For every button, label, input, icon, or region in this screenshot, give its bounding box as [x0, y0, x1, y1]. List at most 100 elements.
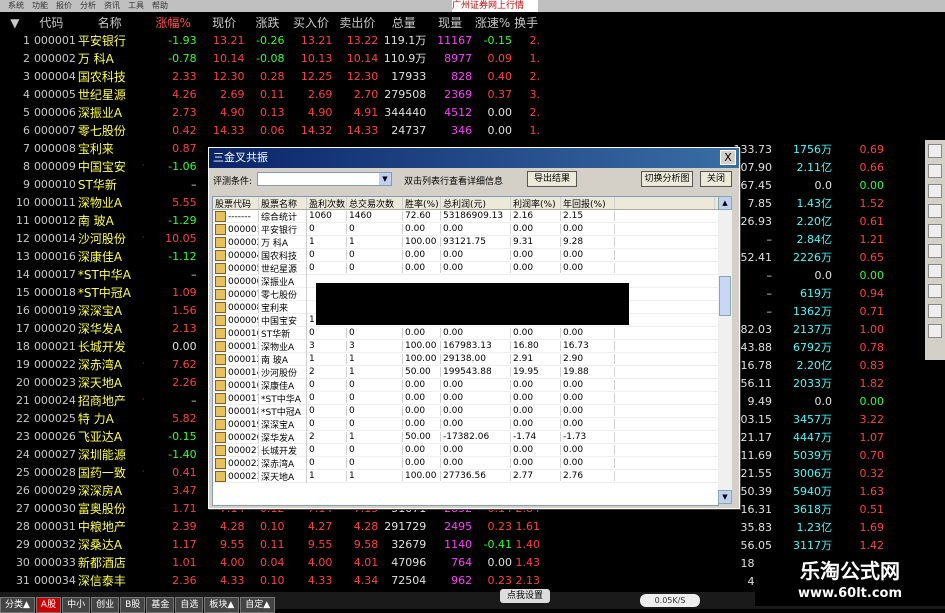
tool-icon[interactable] — [928, 304, 942, 318]
grid-row[interactable]: 000014 沙河股份 2 1 50.00 199543.88 19.95 19.88 — [213, 365, 718, 379]
quote-row[interactable]: 29 000032 深桑达A 1.17 9.55 0.11 9.55 9.58 32679 114… — [0, 535, 540, 553]
grid-column-header[interactable]: 利润率(%) — [511, 197, 561, 209]
quote-cell: 1.56 — [172, 303, 197, 317]
grid-row[interactable]: 000018 *ST中冠A 0 0 0.00 0.00 0.00 0.00 — [213, 404, 718, 418]
column-header[interactable]: 现量 — [427, 14, 472, 31]
quote-cell: 12.30 — [213, 69, 245, 83]
grid-cell: 0.00 — [403, 393, 441, 403]
close-button[interactable]: 关闭 — [700, 171, 732, 187]
quote-row[interactable]: 31 000034 深信泰丰 2.36 4.33 0.10 4.33 4.34 72504 962… — [0, 571, 540, 589]
grid-row[interactable]: 000017 *ST中华A 0 0 0.00 0.00 0.00 0.00 — [213, 391, 718, 405]
grid-column-header[interactable]: 股票名称 — [259, 197, 307, 209]
column-header[interactable]: 名称 — [73, 14, 146, 31]
quote-row[interactable]: 3 000004 国农科技 2.33 12.30 0.28 12.25 12.30 17933 8… — [0, 67, 540, 85]
quote-cell: 47096 — [391, 555, 427, 569]
row-index: 29 — [15, 537, 30, 551]
condition-select[interactable]: ▼ — [257, 172, 392, 186]
grid-cell: 2.91 — [511, 354, 561, 364]
column-header[interactable]: 换手 — [512, 14, 540, 31]
tool-icon[interactable] — [928, 264, 942, 278]
stock-code: 000007 — [33, 123, 76, 137]
grid-row[interactable]: 000002 万 科A 1 1 100.00 93121.75 9.31 9.28 — [213, 235, 718, 249]
speed-indicator: 0.05K/S — [640, 594, 700, 607]
bottom-tab[interactable]: A股 — [35, 597, 62, 613]
quote-row[interactable]: 6 000007 零七股份 0.42 14.33 0.06 14.32 14.33 24737 3… — [0, 121, 540, 139]
column-header[interactable]: 买入价 — [287, 14, 334, 31]
grid-row[interactable]: 000022 深赤湾A 0 0 0.00 0.00 0.00 0.00 — [213, 456, 718, 470]
column-header[interactable]: 涨速% — [473, 14, 512, 31]
export-button[interactable]: 导出结果 — [527, 171, 577, 187]
scroll-down-icon[interactable]: ▼ — [718, 490, 732, 504]
grid-column-header[interactable]: 总利润(元) — [441, 197, 511, 209]
column-header[interactable]: 总量 — [380, 14, 427, 31]
menu-item[interactable]: 帮助 — [152, 0, 168, 12]
bottom-tab[interactable]: 中小 — [62, 597, 91, 613]
column-header[interactable]: 涨跌 — [248, 14, 287, 31]
column-header[interactable]: 卖出价 — [335, 14, 380, 31]
quote-row[interactable]: 5 000006 深振业A 2.73 4.90 0.13 4.90 4.91 344440 451… — [0, 103, 540, 121]
grid-column-header[interactable]: 年回报(%) — [561, 197, 615, 209]
bottom-tab[interactable]: 自定▲ — [240, 597, 276, 613]
grid-row[interactable]: 000004 国农科技 0 0 0.00 0.00 0.00 0.00 — [213, 248, 718, 262]
tool-icon[interactable] — [928, 284, 942, 298]
switch-chart-button[interactable]: 切换分析图 — [641, 171, 693, 187]
tool-icon[interactable] — [928, 324, 942, 338]
chevron-down-icon[interactable]: ▼ — [379, 173, 391, 185]
bottom-tab[interactable]: 创业 — [91, 597, 120, 613]
settings-button[interactable]: 点我设置 — [500, 589, 550, 603]
grid-row[interactable]: 000001 平安银行 0 0 0.00 0.00 0.00 0.00 — [213, 222, 718, 236]
column-header[interactable]: 涨幅% — [146, 14, 200, 31]
grid-row[interactable]: 000016 深康佳A 0 0 0.00 0.00 0.00 0.00 — [213, 378, 718, 392]
grid-row[interactable]: 000011 深物业A 3 3 100.00 167983.13 16.80 16.73 — [213, 339, 718, 353]
grid-cell: ------- — [213, 210, 259, 222]
menu-item[interactable]: 报价 — [56, 0, 72, 12]
menu-item[interactable]: 系统 — [8, 0, 24, 12]
grid-row[interactable]: 000012 南 玻A 1 1 100.00 29138.00 2.91 2.90 — [213, 352, 718, 366]
grid-column-header[interactable]: 总交易次数 — [347, 197, 403, 209]
quote-cell: 0.09 — [487, 51, 513, 65]
menu-item[interactable]: 功能 — [32, 0, 48, 12]
dialog-titlebar[interactable]: 三金叉共振 X — [209, 148, 739, 168]
grid-row[interactable]: 000023 深天地A 1 1 100.00 27736.56 2.77 2.76 — [213, 469, 718, 483]
grid-cell: 000011 — [213, 340, 259, 352]
menu-item[interactable]: 分析 — [80, 0, 96, 12]
bottom-tab[interactable]: 分类▲ — [0, 597, 35, 613]
grid-column-header[interactable]: 盈利次数 — [307, 197, 347, 209]
tool-icon[interactable] — [928, 224, 942, 238]
grid-cell: 0.00 — [441, 224, 511, 234]
grid-row[interactable]: 000010 ST华新 0 0 0.00 0.00 0.00 0.00 — [213, 326, 718, 340]
bottom-tab[interactable]: 自选 — [175, 597, 204, 613]
tool-icon[interactable] — [928, 164, 942, 178]
grid-row[interactable]: ------- 综合统计 1060 1460 72.60 53186909.13 2.16 2… — [213, 209, 718, 223]
quote-row[interactable]: 28 000031 中粮地产 2.39 4.28 0.10 4.27 4.28 291729 24… — [0, 517, 540, 535]
tool-icon[interactable] — [928, 184, 942, 198]
result-grid[interactable]: 股票代码 股票名称 盈利次数 总交易次数 胜率(%) 总利润(元) 利润率(%) 年回报(%)… — [212, 196, 719, 506]
grid-column-header[interactable]: 胜率(%) — [403, 197, 441, 209]
bottom-tab[interactable]: B股 — [120, 597, 146, 613]
column-header[interactable]: 现价 — [200, 14, 247, 31]
grid-cell: 1060 — [307, 211, 347, 221]
grid-row[interactable]: 000021 长城开发 0 0 0.00 0.00 0.00 0.00 — [213, 443, 718, 457]
grid-row[interactable]: 000019 深深宝A 0 0 0.00 0.00 0.00 0.00 — [213, 417, 718, 431]
grid-row[interactable]: 000005 世纪星源 0 0 0.00 0.00 0.00 0.00 — [213, 261, 718, 275]
quote-row[interactable]: 4 000005 世纪星源 4.26 2.69 0.11 2.69 2.70 279508 236… — [0, 85, 540, 103]
quote-cell: -0.78 — [168, 51, 197, 65]
tool-icon[interactable] — [928, 144, 942, 158]
bottom-tab[interactable]: 基金 — [146, 597, 175, 613]
grid-scrollbar[interactable]: ▲ ▼ — [718, 196, 732, 504]
grid-row[interactable]: 000020 深华发A 2 1 50.00 -17382.06 -1.74 -1.73 — [213, 430, 718, 444]
quote-row[interactable]: 2 000002 万 科A -0.78 10.14 -0.08 10.13 10.14 110.… — [0, 49, 540, 67]
menu-item[interactable]: 工具 — [128, 0, 144, 12]
quote-cell: 12.25 — [300, 69, 333, 83]
quote-row[interactable]: 1 000001 平安银行 -1.93 13.21 -0.26 13.21 13.22 119.… — [0, 31, 540, 49]
dialog-close-button[interactable]: X — [720, 150, 736, 165]
grid-column-header[interactable]: 股票代码 — [213, 197, 259, 209]
scroll-thumb[interactable] — [719, 276, 731, 316]
tool-icon[interactable] — [928, 204, 942, 218]
column-header[interactable]: 代码 — [30, 14, 73, 31]
tool-icon[interactable] — [928, 244, 942, 258]
bottom-tab[interactable]: 板块▲ — [204, 597, 240, 613]
scroll-up-icon[interactable]: ▲ — [718, 196, 732, 210]
quote-row[interactable]: 30 000033 新都酒店 1.01 4.00 0.04 4.00 4.01 47096 764… — [0, 553, 540, 571]
menu-item[interactable]: 资讯 — [104, 0, 120, 12]
